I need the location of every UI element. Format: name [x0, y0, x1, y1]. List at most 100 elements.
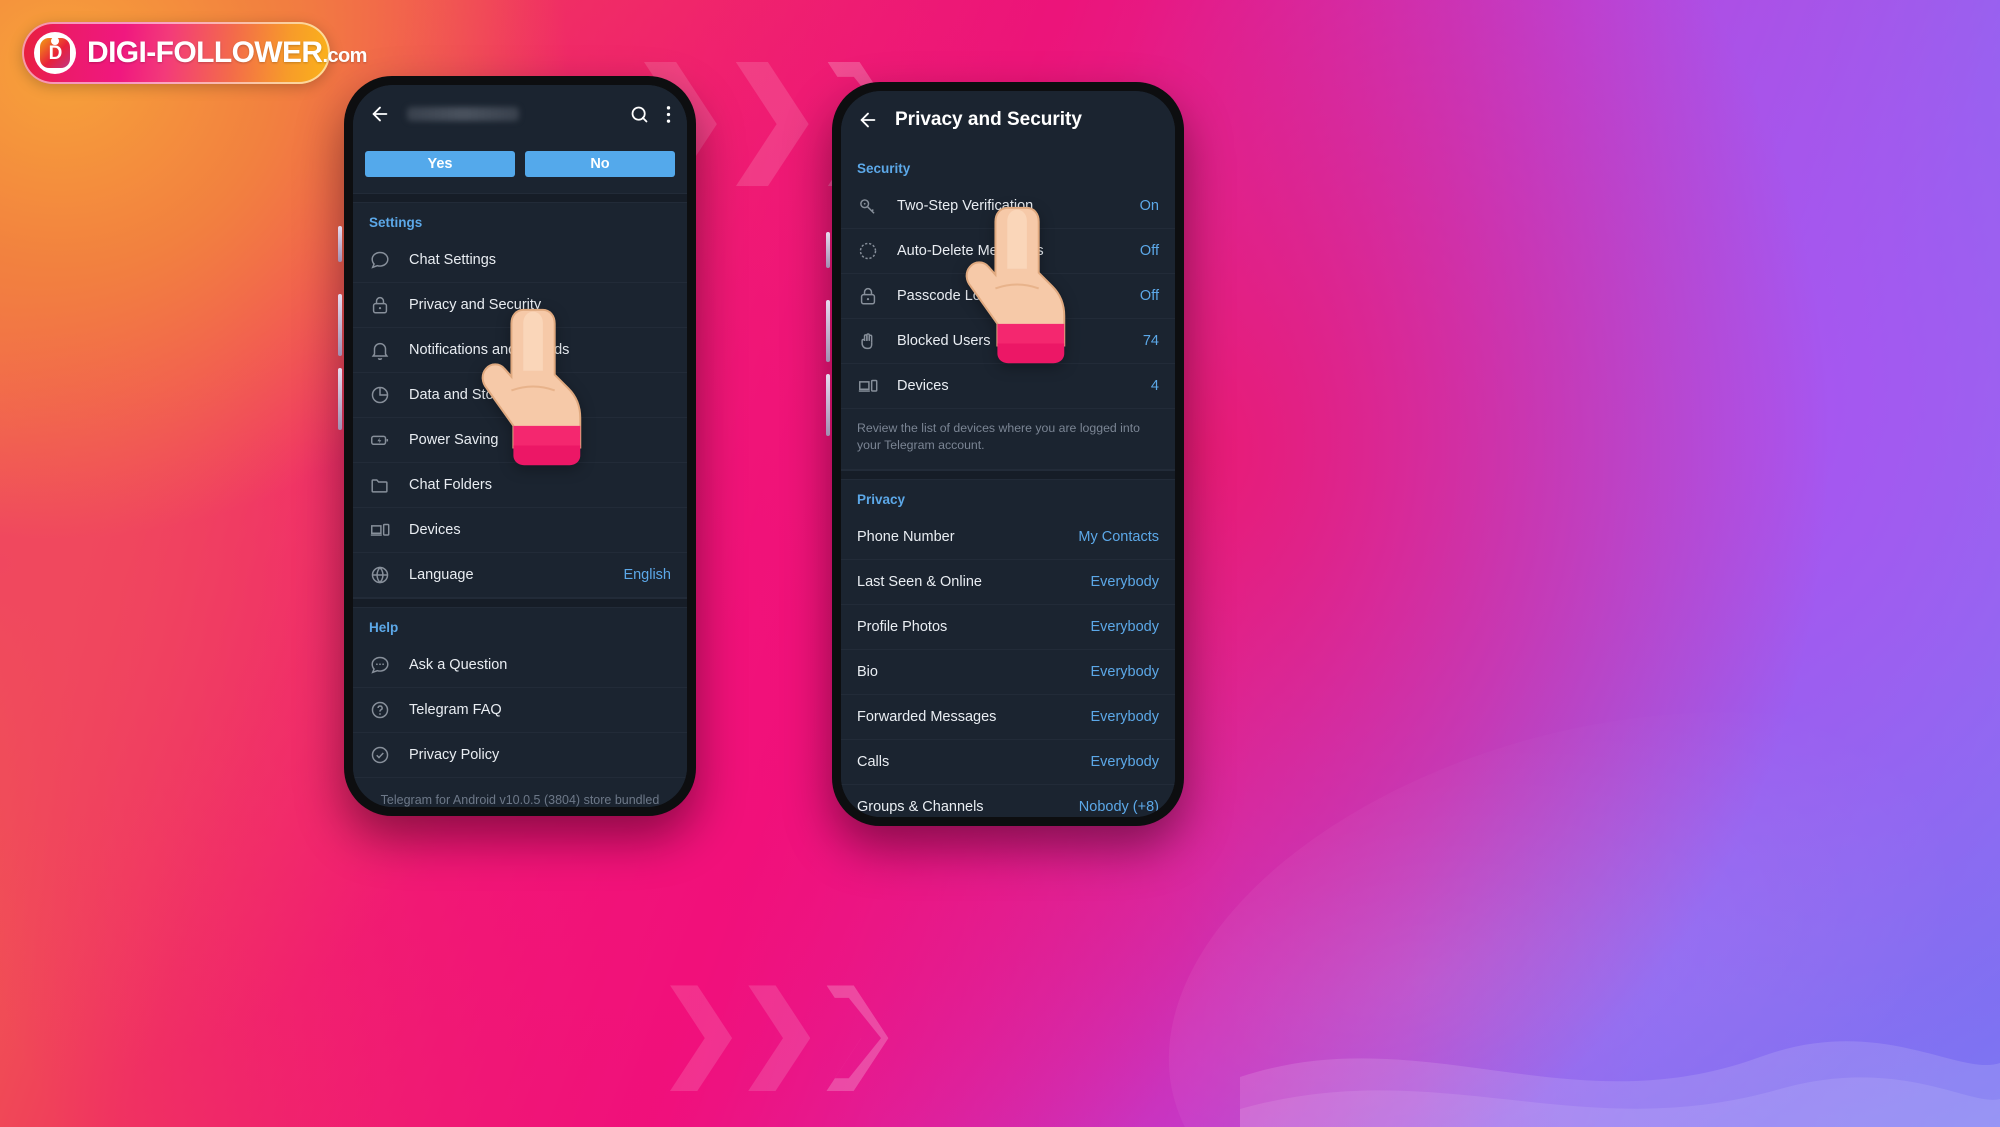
clock-pie-icon: [369, 384, 391, 406]
row-label: Privacy Policy: [409, 747, 500, 763]
sidebar-item-notifications-and-sounds[interactable]: Notifications and Sounds: [353, 328, 687, 373]
lock-icon: [857, 285, 879, 307]
row-label: Forwarded Messages: [857, 708, 997, 725]
row-label: Chat Folders: [409, 477, 493, 493]
question-icon: [369, 699, 391, 721]
row-label: Auto-Delete Messages: [897, 243, 1044, 259]
left-appbar: [353, 85, 687, 143]
row-value: Everybody: [1090, 618, 1159, 635]
phone-left-screen: Yes No Settings Chat Settings Privacy an…: [353, 85, 687, 807]
row-value: Everybody: [1090, 708, 1159, 725]
row-label: Blocked Users: [897, 333, 991, 349]
phone-right-mute-button[interactable]: [826, 232, 830, 268]
section-divider: [353, 193, 687, 203]
timer-icon: [857, 240, 879, 262]
phone-right-screen: Privacy and Security Security Two-Step V…: [841, 91, 1175, 817]
row-two-step-verification[interactable]: Two-Step Verification On: [841, 184, 1175, 229]
sidebar-item-privacy-and-security[interactable]: Privacy and Security: [353, 283, 687, 328]
phone-right-volume-up-button[interactable]: [826, 300, 830, 362]
row-label: Passcode Lock: [897, 288, 996, 304]
yes-button[interactable]: Yes: [365, 151, 515, 177]
devices-icon: [369, 519, 391, 541]
row-label: Language: [409, 567, 474, 583]
row-value: Off: [1139, 288, 1159, 304]
row-value: Off: [1139, 243, 1159, 259]
sidebar-item-data-and-storage[interactable]: Data and Storage: [353, 373, 687, 418]
section-divider: [841, 469, 1175, 480]
row-calls[interactable]: Calls Everybody: [841, 740, 1175, 785]
no-button[interactable]: No: [525, 151, 675, 177]
section-divider: [353, 598, 687, 608]
row-devices[interactable]: Devices 4: [841, 364, 1175, 409]
row-label: Phone Number: [857, 528, 955, 545]
row-forwarded-messages[interactable]: Forwarded Messages Everybody: [841, 695, 1175, 740]
chevron-right-icon: [826, 985, 888, 1091]
phone-left-mute-button[interactable]: [338, 226, 342, 262]
chat-bubble-icon: [369, 249, 391, 271]
chevron-right-icon: [748, 985, 811, 1091]
folder-icon: [369, 474, 391, 496]
logo-mark-glyph: D: [48, 42, 63, 64]
row-last-seen-and-online[interactable]: Last Seen & Online Everybody: [841, 560, 1175, 605]
sidebar-item-ask-a-question[interactable]: Ask a Question: [353, 643, 687, 688]
row-label: Devices: [409, 522, 461, 538]
key-icon: [857, 195, 879, 217]
section-header-help: Help: [369, 620, 399, 635]
lock-icon: [369, 294, 391, 316]
battery-bolt-icon: [369, 429, 391, 451]
sidebar-item-privacy-policy[interactable]: Privacy Policy: [353, 733, 687, 778]
logo-text: DIGI-FOLLOWER.com: [87, 38, 367, 68]
arrow-left-icon[interactable]: [369, 103, 391, 125]
row-value: My Contacts: [1078, 528, 1159, 545]
section-header-security: Security: [857, 161, 911, 176]
sidebar-item-chat-settings[interactable]: Chat Settings: [353, 238, 687, 283]
row-profile-photos[interactable]: Profile Photos Everybody: [841, 605, 1175, 650]
chevron-decoration-bottom: [670, 985, 889, 1091]
section-header-settings: Settings: [369, 215, 423, 230]
row-blocked-users[interactable]: Blocked Users 74: [841, 319, 1175, 364]
row-label: Two-Step Verification: [897, 198, 1034, 214]
row-bio[interactable]: Bio Everybody: [841, 650, 1175, 695]
row-label: Power Saving: [409, 432, 499, 448]
left-scroll-area[interactable]: Yes No Settings Chat Settings Privacy an…: [353, 143, 687, 807]
sidebar-item-chat-folders[interactable]: Chat Folders: [353, 463, 687, 508]
phone-right: Privacy and Security Security Two-Step V…: [826, 78, 1188, 830]
row-value: 4: [1150, 378, 1159, 394]
right-appbar: Privacy and Security: [841, 91, 1175, 149]
row-label: Calls: [857, 753, 890, 770]
row-auto-delete-messages[interactable]: Auto-Delete Messages Off: [841, 229, 1175, 274]
arrow-left-icon[interactable]: [857, 109, 879, 131]
globe-icon: [369, 564, 391, 586]
sidebar-item-telegram-faq[interactable]: Telegram FAQ: [353, 688, 687, 733]
row-value: Everybody: [1090, 663, 1159, 680]
brand-logo[interactable]: D DIGI-FOLLOWER.com: [22, 22, 367, 84]
row-label: Chat Settings: [409, 252, 497, 268]
sidebar-item-power-saving[interactable]: Power Saving: [353, 418, 687, 463]
section-header-privacy: Privacy: [857, 491, 906, 507]
left-appbar-title-blurred: [407, 107, 519, 121]
phone-left-volume-up-button[interactable]: [338, 294, 342, 356]
more-vertical-icon[interactable]: [666, 104, 671, 125]
dialog-button-row: Yes No: [353, 151, 687, 177]
row-passcode-lock[interactable]: Passcode Lock Off: [841, 274, 1175, 319]
logo-mark-icon: D: [34, 32, 76, 74]
row-label: Groups & Channels: [857, 798, 984, 815]
search-icon[interactable]: [629, 104, 650, 125]
sidebar-item-devices[interactable]: Devices: [353, 508, 687, 553]
row-label: Telegram FAQ: [409, 702, 502, 718]
row-value: Nobody (+8): [1078, 798, 1159, 815]
row-label: Ask a Question: [409, 657, 508, 673]
hand-stop-icon: [857, 330, 879, 352]
phone-left-volume-down-button[interactable]: [338, 368, 342, 430]
phone-right-volume-down-button[interactable]: [826, 374, 830, 436]
row-label: Privacy and Security: [409, 297, 542, 313]
row-label: Devices: [897, 378, 949, 394]
row-label: Data and Storage: [409, 387, 523, 403]
row-groups-and-channels[interactable]: Groups & Channels Nobody (+8): [841, 785, 1175, 817]
row-label: Profile Photos: [857, 618, 948, 635]
right-scroll-area[interactable]: Security Two-Step Verification On Auto-D…: [841, 149, 1175, 817]
sidebar-item-language[interactable]: Language English: [353, 553, 687, 598]
row-phone-number[interactable]: Phone Number My Contacts: [841, 515, 1175, 560]
devices-note: Review the list of devices where you are…: [841, 409, 1175, 470]
chat-dots-icon: [369, 654, 391, 676]
